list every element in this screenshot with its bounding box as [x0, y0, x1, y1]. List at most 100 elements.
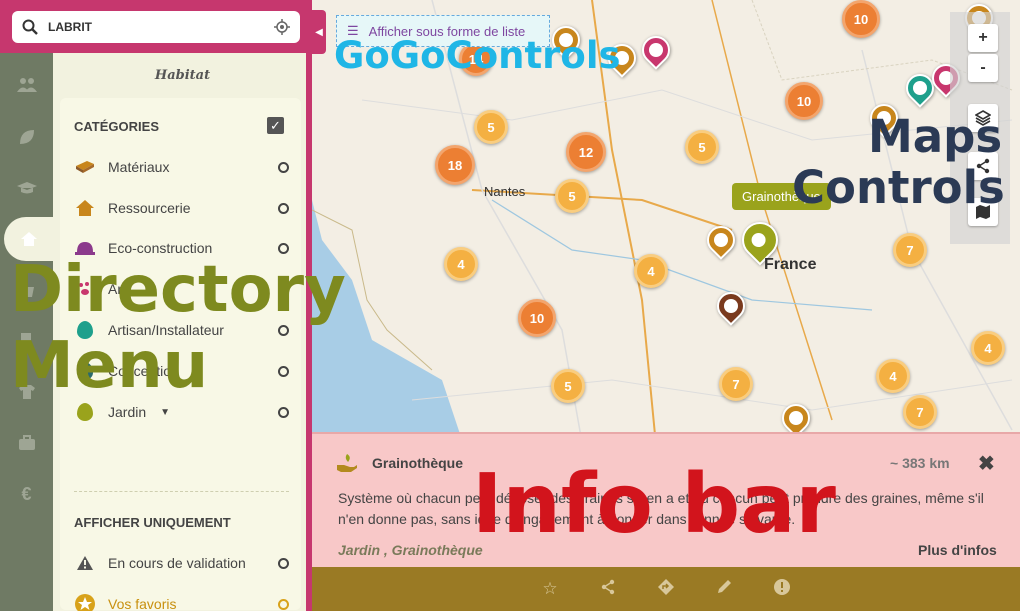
category-item[interactable]: Conception — [74, 360, 289, 382]
cluster-marker[interactable]: 7 — [903, 395, 937, 429]
app-root: 10 14 5 18 12 10 5 5 4 4 10 7 5 4 7 4 7 … — [0, 0, 1020, 611]
house-icon — [74, 198, 96, 218]
cluster-marker[interactable]: 7 — [893, 233, 927, 267]
caret-down-icon[interactable]: ▼ — [160, 407, 278, 418]
category-radio[interactable] — [278, 161, 289, 173]
filter-label: Vos favoris — [108, 596, 177, 611]
category-radio[interactable] — [278, 283, 289, 295]
element-description: Système où chacun peut déposer des grain… — [338, 490, 984, 527]
briefcase-icon[interactable] — [0, 421, 53, 465]
category-item[interactable]: Matériaux — [74, 156, 289, 178]
category-item[interactable]: Ani — [74, 278, 289, 300]
filter-radio[interactable] — [278, 598, 289, 610]
list-view-button[interactable]: ☰ Afficher sous forme de liste — [336, 15, 550, 47]
element-distance: ~ 383 km — [890, 455, 950, 471]
cluster-marker[interactable]: 18 — [435, 145, 475, 185]
category-label: Conception — [108, 363, 179, 379]
cluster-marker[interactable]: 7 — [719, 367, 753, 401]
category-label: Eco-construction — [108, 240, 213, 256]
paw-icon — [74, 279, 96, 299]
people-icon[interactable] — [0, 63, 53, 107]
element-categories: Jardin , Grainothèque — [338, 542, 483, 558]
brick-icon — [74, 157, 96, 177]
cluster-marker[interactable]: 10 — [785, 82, 823, 120]
favorite-star-icon[interactable]: ☆ — [540, 579, 560, 599]
search-input[interactable]: LABRIT — [48, 20, 264, 34]
cluster-marker[interactable]: 12 — [566, 132, 606, 172]
filter-item[interactable]: Vos favoris — [74, 593, 289, 611]
marker-tooltip: Grainothèque — [732, 183, 831, 210]
cluster-marker[interactable]: 4 — [444, 247, 478, 281]
list-icon: ☰ — [347, 23, 359, 38]
cluster-marker[interactable]: 14 — [459, 42, 493, 76]
category-label: Ressourcerie — [108, 200, 191, 216]
element-title: Grainothèque — [372, 455, 464, 471]
cluster-marker[interactable]: 4 — [971, 331, 1005, 365]
category-radio[interactable] — [278, 365, 289, 377]
filter-item[interactable]: En cours de validation — [74, 552, 289, 574]
close-icon[interactable]: ✖ — [978, 451, 995, 476]
shirt-icon[interactable] — [0, 370, 53, 414]
search-box[interactable]: LABRIT — [12, 11, 300, 43]
more-info-link[interactable]: Plus d'infos — [918, 542, 997, 558]
filter-label: En cours de validation — [108, 555, 246, 571]
list-view-label: Afficher sous forme de liste — [368, 23, 526, 39]
zoom-out-button[interactable]: - — [968, 54, 998, 82]
cluster-marker[interactable]: 5 — [555, 179, 589, 213]
category-item[interactable]: Eco-construction — [74, 237, 289, 259]
category-label: Artisan/Installateur — [108, 322, 224, 338]
category-radio[interactable] — [278, 242, 289, 254]
geolocate-icon[interactable] — [274, 19, 290, 35]
category-label: Matériaux — [108, 159, 170, 175]
star-icon — [74, 594, 96, 611]
category-label: Jardin — [108, 404, 147, 420]
home-icon[interactable] — [4, 217, 53, 261]
zoom-in-button[interactable]: + — [968, 24, 998, 52]
category-icon-bar: € — [0, 53, 53, 611]
category-box: CATÉGORIES ✓ Matériaux Ressourcerie Eco-… — [60, 98, 301, 611]
category-radio[interactable] — [278, 202, 289, 214]
cluster-marker[interactable]: 4 — [634, 254, 668, 288]
search-bar-container: LABRIT — [0, 0, 312, 53]
panel-title: Habitat — [154, 68, 211, 83]
fuel-icon[interactable] — [0, 319, 53, 363]
euro-icon[interactable]: € — [0, 472, 53, 516]
category-label: Ani — [108, 281, 129, 297]
category-radio[interactable] — [278, 406, 289, 418]
info-bar: Grainothèque ~ 383 km ✖ Système où chacu… — [312, 432, 1020, 567]
share-icon[interactable] — [598, 579, 618, 600]
edit-pencil-icon[interactable] — [714, 579, 734, 600]
layers-icon[interactable] — [968, 104, 998, 132]
directory-menu: Habitat CATÉGORIES ✓ Matériaux Ressource… — [53, 53, 312, 611]
city-label: Nantes — [484, 184, 526, 199]
category-item[interactable]: Ressourcerie — [74, 197, 289, 219]
cluster-marker[interactable]: 10 — [518, 299, 556, 337]
select-all-checkbox[interactable]: ✓ — [267, 117, 284, 134]
leaf-icon[interactable] — [0, 115, 53, 159]
helmet-icon — [74, 238, 96, 258]
marker-icon — [74, 402, 96, 422]
search-icon — [22, 19, 38, 35]
cluster-marker[interactable]: 5 — [685, 130, 719, 164]
map-icon[interactable] — [968, 198, 998, 226]
category-radio[interactable] — [278, 324, 289, 336]
report-icon[interactable] — [772, 578, 792, 601]
cluster-marker[interactable]: 4 — [876, 359, 910, 393]
info-actions-bar: ☆ — [312, 567, 1020, 611]
graduation-cap-icon[interactable] — [0, 166, 53, 210]
share-icon[interactable] — [968, 152, 998, 180]
marker-icon — [74, 320, 96, 340]
cluster-marker[interactable]: 5 — [474, 110, 508, 144]
category-item[interactable]: Artisan/Installateur — [74, 319, 289, 341]
shopping-icon[interactable] — [0, 268, 53, 312]
cluster-marker[interactable]: 5 — [551, 369, 585, 403]
filter-radio[interactable] — [278, 557, 289, 569]
warning-icon — [74, 553, 96, 573]
categories-heading: CATÉGORIES — [74, 119, 159, 134]
cluster-marker[interactable]: 10 — [842, 0, 880, 38]
directions-icon[interactable] — [656, 578, 676, 600]
seed-hand-icon — [336, 453, 358, 478]
category-item[interactable]: Jardin ▼ — [74, 401, 289, 423]
collapse-menu-button[interactable]: ◀ — [312, 10, 326, 54]
marker-icon — [74, 361, 96, 381]
